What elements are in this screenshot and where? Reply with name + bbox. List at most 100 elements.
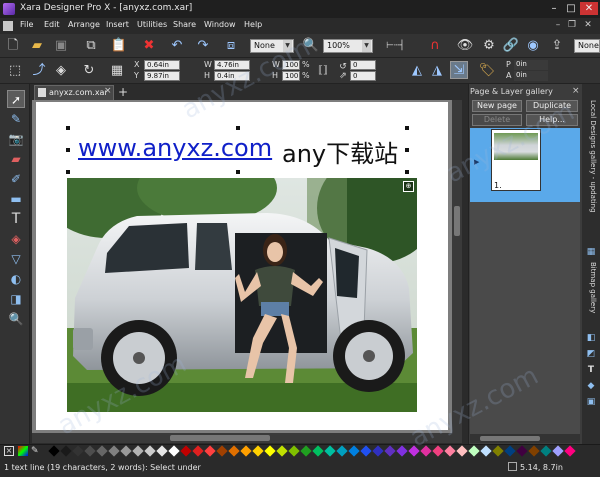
blend-tool-icon[interactable]: ◐ (7, 270, 25, 288)
fill-bucket-icon[interactable]: ◈ (52, 62, 70, 80)
document-tab-label: anyxz.com.xar (49, 88, 108, 97)
skew-field[interactable]: 0 (350, 71, 376, 81)
a-field[interactable]: 0in (514, 71, 548, 81)
grid-icon[interactable]: ▦ (108, 62, 126, 80)
photo-enhance-icon[interactable]: ⊕ (403, 181, 414, 192)
selector-tool-icon[interactable]: ➚ (7, 90, 25, 108)
fill-tool-icon[interactable]: ◈ (7, 230, 25, 248)
freehand-tool-icon[interactable]: ✐ (7, 170, 25, 188)
gallery-close-icon[interactable]: × (572, 86, 580, 96)
copy-icon[interactable]: ⧉ (82, 37, 100, 55)
doc-close-button[interactable]: ✕ (582, 19, 594, 31)
document-menu-icon[interactable] (3, 21, 13, 31)
redo-icon[interactable]: ↷ (194, 37, 212, 55)
link-text-object[interactable]: www.anyxz.com (78, 134, 272, 162)
selection-handle[interactable] (405, 148, 409, 152)
zoom-combo[interactable]: 100% ▼ (323, 39, 373, 53)
minimize-button[interactable]: – (546, 2, 562, 15)
document-icon (38, 88, 46, 97)
text-tool-icon[interactable]: T (7, 210, 25, 228)
p-field[interactable]: 0in (514, 60, 548, 70)
menu-share[interactable]: Share (173, 20, 196, 29)
gallery-icon-a[interactable]: ▦ (585, 246, 597, 258)
lock-aspect-icon[interactable]: ⟦⟧ (314, 62, 332, 80)
web-properties-icon[interactable]: ⚙ (480, 37, 498, 55)
publish-web-icon[interactable]: ◉ (524, 37, 542, 55)
flip-vertical-icon[interactable]: ◮ (428, 62, 446, 80)
menu-help[interactable]: Help (244, 20, 262, 29)
preview-icon[interactable]: 👁 (456, 37, 474, 55)
tag-icon[interactable]: 🏷 (478, 62, 496, 80)
p-label: P (506, 60, 511, 69)
car-photo-image[interactable] (67, 178, 417, 412)
rectangle-tool-icon[interactable]: ▬ (7, 190, 25, 208)
doc-minimize-button[interactable]: – (552, 19, 564, 31)
ruler-icon[interactable]: ⊢┄┤ (386, 37, 405, 55)
fill-gallery-icon[interactable]: ▣ (585, 396, 597, 408)
menu-utilities[interactable]: Utilities (137, 20, 167, 29)
bitmap-gallery-tab[interactable]: Bitmap gallery (585, 262, 597, 332)
eyedropper-icon[interactable]: ✎ (31, 446, 41, 456)
selection-handle[interactable] (66, 170, 70, 174)
font-gallery-icon[interactable]: T (585, 364, 597, 376)
flip-horizontal-icon[interactable]: ◭ (408, 62, 426, 80)
photo-tool-icon[interactable]: 📷 (7, 130, 25, 148)
xara-app-icon[interactable] (3, 3, 15, 15)
local-designs-gallery-tab[interactable]: Local Designs gallery - updating (585, 100, 597, 240)
shape-editor-tool-icon[interactable]: ✎ (7, 110, 25, 128)
gallery-icon-c[interactable]: ◩ (585, 348, 597, 360)
gallery-icon-b[interactable]: ◧ (585, 332, 597, 344)
menu-window[interactable]: Window (204, 20, 236, 29)
selection-handle[interactable] (405, 126, 409, 130)
clone-icon[interactable]: ⧈ (222, 37, 240, 55)
selection-handle[interactable] (236, 126, 240, 130)
zoom-tool-icon[interactable]: 🔍 (7, 310, 25, 328)
selection-handle[interactable] (66, 126, 70, 130)
eraser-tool-icon[interactable]: ▰ (7, 150, 25, 168)
doc-restore-button[interactable]: ❐ (566, 19, 578, 31)
x-position-field[interactable]: 0.64in (144, 60, 180, 70)
new-page-button[interactable]: New page (472, 100, 522, 112)
menu-edit[interactable]: Edit (44, 20, 60, 29)
horizontal-scroll-thumb[interactable] (170, 435, 270, 441)
y-label: Y (134, 71, 139, 80)
open-folder-icon[interactable]: ▰ (28, 37, 46, 55)
select-all-icon[interactable]: ⬚ (6, 62, 24, 80)
paste-icon[interactable]: 📋 (110, 37, 128, 55)
no-colour-icon[interactable]: × (4, 446, 14, 456)
menu-arrange[interactable]: Arrange (68, 20, 100, 29)
y-position-field[interactable]: 9.87in (144, 71, 180, 81)
maximize-button[interactable]: □ (563, 2, 579, 15)
shadow-tool-icon[interactable]: ⇲ (450, 61, 468, 79)
new-tab-button[interactable]: + (118, 85, 128, 99)
export-icon[interactable]: ⇪ (548, 37, 566, 55)
gallery-scroll-thumb[interactable] (480, 436, 540, 441)
brand-text-object[interactable]: any下载站 (282, 134, 398, 169)
selection-handle[interactable] (66, 148, 70, 152)
save-icon[interactable]: ▣ (52, 37, 70, 55)
vertical-scroll-thumb[interactable] (454, 206, 460, 236)
transform-icon[interactable]: ↻ (80, 62, 98, 80)
shadow-tool-icon[interactable]: ◨ (7, 290, 25, 308)
colour-editor-icon[interactable] (18, 446, 28, 456)
menu-file[interactable]: File (20, 20, 33, 29)
menu-insert[interactable]: Insert (106, 20, 129, 29)
document-tab-close-icon[interactable]: × (104, 86, 112, 96)
right-combo[interactable]: None (574, 39, 600, 53)
transparency-tool-icon[interactable]: ▽ (7, 250, 25, 268)
new-document-icon[interactable]: 🗋 (4, 37, 22, 55)
coordinates-icon (508, 462, 517, 471)
rotate-mode-icon[interactable]: ⤴ (30, 62, 48, 80)
delete-icon[interactable]: ✖ (140, 37, 158, 55)
snap-magnet-icon[interactable]: ∩ (426, 37, 444, 55)
colour-gallery-icon[interactable]: ◆ (585, 380, 597, 392)
page-number: 1. (494, 181, 502, 190)
close-button[interactable]: ✕ (580, 2, 598, 15)
link-icon[interactable]: 🔗 (502, 37, 520, 55)
selection-handle[interactable] (405, 170, 409, 174)
selection-handle[interactable] (236, 170, 240, 174)
vertical-scrollbar[interactable] (452, 100, 462, 433)
rotation-field[interactable]: 0 (350, 60, 376, 70)
undo-icon[interactable]: ↶ (168, 37, 186, 55)
pointer-coordinates: 5.14, 8.7in (520, 463, 563, 472)
